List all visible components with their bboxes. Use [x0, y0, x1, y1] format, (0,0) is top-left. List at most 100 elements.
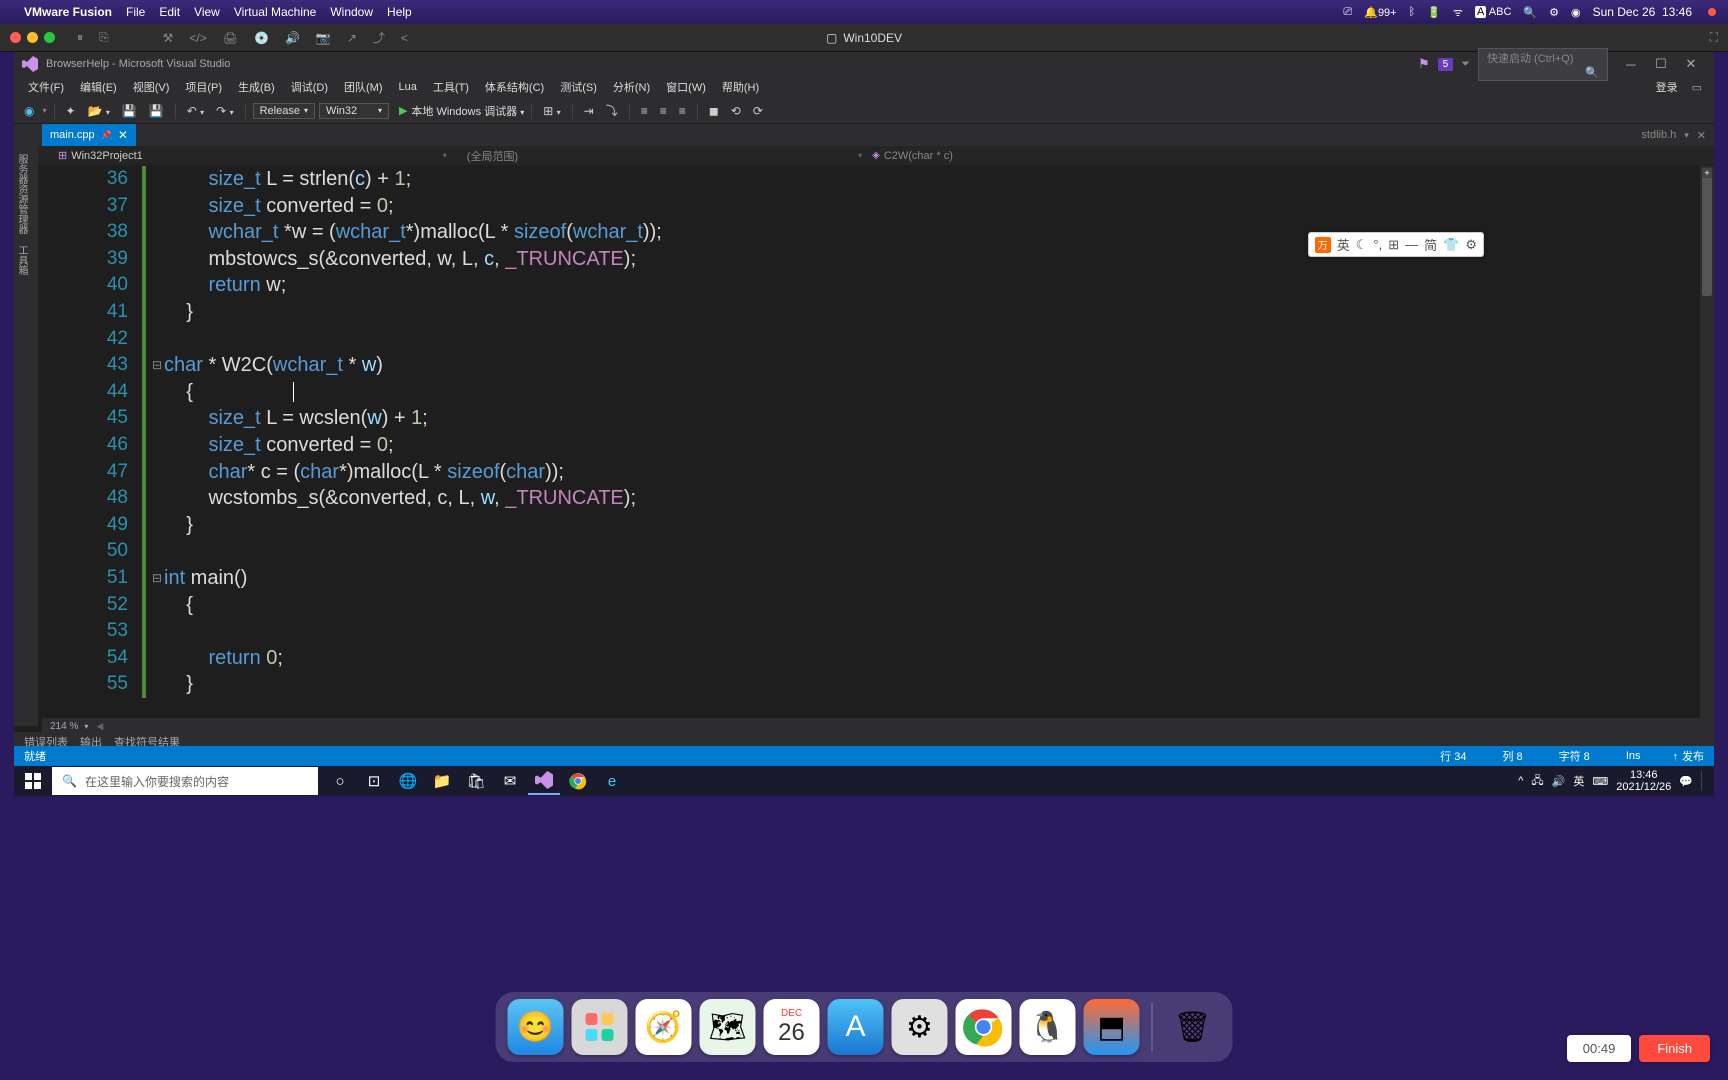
mail-icon[interactable]: ✉ [494, 767, 526, 795]
status-publish[interactable]: ↑发布 [1673, 748, 1705, 764]
code-text[interactable]: size_t converted = 0; [164, 193, 394, 220]
ime-simplified-icon[interactable]: 简 [1424, 235, 1437, 254]
code-text[interactable]: wcstombs_s(&converted, c, L, w, _TRUNCAT… [164, 485, 636, 512]
tb-navigate-back-icon[interactable]: ◉ [20, 102, 38, 120]
zoom-chevron-icon[interactable]: ▾ [84, 722, 88, 731]
find-symbol-tab[interactable]: 查找符号结果 [114, 734, 180, 746]
vm-sound-icon[interactable]: 🔊 [281, 31, 304, 45]
close-related-icon[interactable]: ✕ [1697, 129, 1706, 142]
vs-close-button[interactable]: ✕ [1676, 56, 1706, 72]
dock-vmware-icon[interactable]: ⬒ [1084, 999, 1140, 1055]
code-line[interactable]: 36 size_t L = strlen(c) + 1; [42, 166, 1714, 193]
chrome-taskbar-icon[interactable] [562, 767, 594, 795]
windows-search[interactable]: 🔍 在这里输入你要搜索的内容 [52, 767, 318, 795]
zoom-level[interactable]: 214 % [50, 721, 78, 732]
vm-tool-icon[interactable]: ⚒ [159, 31, 178, 45]
tray-ime[interactable]: 英 [1573, 773, 1584, 789]
fold-toggle-icon[interactable]: ⊟ [150, 352, 164, 379]
dock-maps-icon[interactable]: 🗺 [700, 999, 756, 1055]
tb-undo-icon[interactable]: ↶ ▾ [183, 102, 208, 120]
tray-volume-icon[interactable]: 🔊 [1552, 775, 1566, 788]
ime-keyboard-icon[interactable]: ⊞ [1388, 237, 1399, 253]
ie-taskbar-icon[interactable]: e [596, 767, 628, 795]
wifi-icon[interactable]: ᯤ [1453, 5, 1463, 20]
code-text[interactable]: } [164, 671, 193, 698]
fold-toggle-icon[interactable]: ⊟ [150, 565, 164, 592]
menu-file[interactable]: File [126, 5, 145, 19]
code-text[interactable]: mbstowcs_s(&converted, w, L, c, _TRUNCAT… [164, 246, 636, 273]
tray-expand-icon[interactable]: ^ [1518, 775, 1523, 787]
server-explorer-tab[interactable]: 服务器资源管理器 [16, 150, 27, 238]
dock-qq-icon[interactable]: 🐧 [1020, 999, 1076, 1055]
control-center-icon[interactable]: ⚙ [1549, 6, 1559, 19]
ime-punct-icon[interactable]: °, [1373, 237, 1382, 252]
vs-maximize-button[interactable]: ☐ [1646, 56, 1676, 72]
tray-notifications-icon[interactable]: 💬 [1679, 775, 1693, 788]
screen-mirror-icon[interactable]: ⎚ [1343, 6, 1352, 19]
vs-menu-edit[interactable]: 编辑(E) [72, 79, 125, 95]
code-text[interactable]: wchar_t *w = (wchar_t*)malloc(L * sizeof… [164, 219, 662, 246]
code-line[interactable]: 51⊟int main() [42, 565, 1714, 592]
nav-project[interactable]: Win32Project1 [71, 150, 143, 162]
start-button[interactable] [14, 766, 52, 796]
code-line[interactable]: 52 { [42, 592, 1714, 619]
vm-exit-icon[interactable]: ⤴ [369, 29, 389, 46]
code-line[interactable]: 53 [42, 618, 1714, 645]
tb-debug-target[interactable]: 本地 Windows 调试器 ▾ [411, 103, 524, 119]
output-tab[interactable]: 输出 [80, 734, 102, 746]
vm-share-icon[interactable]: ↗ [343, 31, 361, 45]
vs-menu-tools[interactable]: 工具(T) [425, 79, 477, 95]
tb-open-icon[interactable]: 📂 ▾ [84, 102, 114, 120]
vm-pause-icon[interactable]: ⏸ [73, 30, 87, 45]
tray-clock[interactable]: 13:46 2021/12/26 [1616, 769, 1671, 793]
tb-save-icon[interactable]: 💾 [118, 102, 141, 120]
ime-floating-bar[interactable]: 万 英 ☾ °, ⊞ — 简 👕 ⚙ [1308, 232, 1484, 257]
chevron-down-icon[interactable]: ▾ [1684, 130, 1689, 141]
edge-icon[interactable]: 🌐 [392, 767, 424, 795]
tray-keyboard-icon[interactable]: ⌨ [1592, 775, 1608, 788]
code-line[interactable]: 44 { [42, 379, 1714, 406]
nav-scope[interactable]: (全局范围) [467, 148, 518, 164]
tb-indent2-icon[interactable]: ≡ [656, 102, 671, 120]
code-line[interactable]: 47 char* c = (char*)malloc(L * sizeof(ch… [42, 459, 1714, 486]
code-line[interactable]: 55 } [42, 671, 1714, 698]
menu-window[interactable]: Window [330, 5, 373, 19]
code-text[interactable]: } [164, 299, 193, 326]
tab-main-cpp[interactable]: main.cpp 📌 ✕ [42, 124, 136, 146]
vs-voice-icon[interactable]: ⏷ [1461, 58, 1470, 71]
code-text[interactable]: size_t L = strlen(c) + 1; [164, 166, 411, 193]
vm-disk-icon[interactable]: 💿 [250, 31, 273, 45]
vs-signin-button[interactable]: 登录 [1648, 79, 1686, 95]
menu-view[interactable]: View [194, 5, 220, 19]
window-minimize-button[interactable] [27, 32, 38, 43]
menu-help[interactable]: Help [387, 5, 412, 19]
tb-bookmark-icon[interactable]: ◼ [705, 102, 723, 120]
code-line[interactable]: 40 return w; [42, 272, 1714, 299]
code-text[interactable]: { [164, 379, 294, 406]
visualstudio-taskbar-icon[interactable] [528, 767, 560, 795]
tb-misc1-icon[interactable]: ⊞ ▾ [539, 102, 564, 120]
nav-function[interactable]: C2W(char * c) [884, 150, 953, 162]
tb-indent1-icon[interactable]: ≡ [637, 102, 652, 120]
code-text[interactable]: return 0; [164, 645, 283, 672]
vs-ext-badge[interactable]: 5 [1438, 58, 1454, 71]
ime-dash-icon[interactable]: — [1405, 237, 1418, 252]
vs-menu-window[interactable]: 窗口(W) [658, 79, 714, 95]
code-text[interactable]: char * W2C(wchar_t * w) [164, 352, 383, 379]
ime-lang[interactable]: 英 [1337, 235, 1350, 254]
tb-saveall-icon[interactable]: 💾 [145, 102, 168, 120]
vs-quick-launch[interactable]: 快速启动 (Ctrl+Q) 🔍 [1478, 48, 1608, 81]
menu-edit[interactable]: Edit [159, 5, 180, 19]
vm-code-icon[interactable]: </> [185, 31, 210, 45]
code-text[interactable]: } [164, 512, 193, 539]
toolbox-tab[interactable]: 工具箱 [16, 241, 27, 279]
battery-icon[interactable]: 🔋 [1427, 6, 1441, 19]
explorer-icon[interactable]: 📁 [426, 767, 458, 795]
tb-step2-icon[interactable]: ⤵ [602, 100, 622, 121]
code-line[interactable]: 50 [42, 538, 1714, 565]
vs-minimize-button[interactable]: ─ [1616, 57, 1646, 72]
siri-icon[interactable]: ◉ [1571, 6, 1581, 19]
show-desktop-button[interactable] [1701, 771, 1706, 791]
code-line[interactable]: 43⊟char * W2C(wchar_t * w) [42, 352, 1714, 379]
input-source[interactable]: A ABC [1475, 6, 1511, 18]
